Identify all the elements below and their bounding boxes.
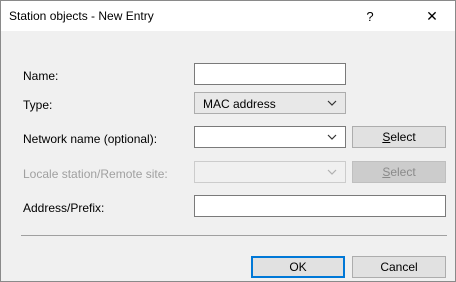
- ok-button-label: OK: [289, 260, 307, 274]
- window-title: Station objects - New Entry: [9, 9, 154, 23]
- close-button[interactable]: ✕: [409, 1, 455, 31]
- select-button-label: elect: [390, 165, 416, 179]
- type-label: Type:: [23, 98, 53, 112]
- help-button[interactable]: ?: [347, 1, 393, 31]
- title-bar[interactable]: Station objects - New Entry ? ✕: [1, 1, 455, 31]
- close-icon: ✕: [426, 7, 438, 24]
- select-button-mnemonic: S: [382, 130, 391, 144]
- chevron-down-icon: [327, 134, 337, 140]
- dialog-body: Name: Type: MAC address Network name (op…: [1, 31, 455, 281]
- network-name-select-button[interactable]: Select: [352, 126, 446, 148]
- help-icon: ?: [366, 8, 374, 24]
- chevron-down-icon: [327, 100, 337, 106]
- select-button-mnemonic: S: [382, 165, 391, 179]
- name-label: Name:: [23, 69, 59, 83]
- type-select[interactable]: MAC address: [194, 92, 346, 114]
- cancel-button-label: Cancel: [380, 260, 418, 274]
- locale-station-combobox[interactable]: [194, 161, 346, 183]
- network-name-label: Network name (optional):: [23, 132, 158, 146]
- chevron-down-icon: [327, 169, 337, 175]
- locale-station-select-button[interactable]: Select: [352, 161, 446, 183]
- cancel-button[interactable]: Cancel: [352, 256, 446, 278]
- dialog-window: Station objects - New Entry ? ✕ Name: Ty…: [0, 0, 456, 282]
- name-input[interactable]: [194, 63, 346, 85]
- address-prefix-input[interactable]: [194, 195, 446, 217]
- network-name-combobox[interactable]: [194, 126, 346, 148]
- type-selected-value: MAC address: [203, 97, 276, 111]
- ok-button[interactable]: OK: [251, 256, 345, 278]
- select-button-label: elect: [390, 130, 416, 144]
- locale-station-label: Locale station/Remote site:: [23, 167, 168, 181]
- divider: [21, 235, 447, 236]
- address-prefix-label: Address/Prefix:: [23, 201, 105, 215]
